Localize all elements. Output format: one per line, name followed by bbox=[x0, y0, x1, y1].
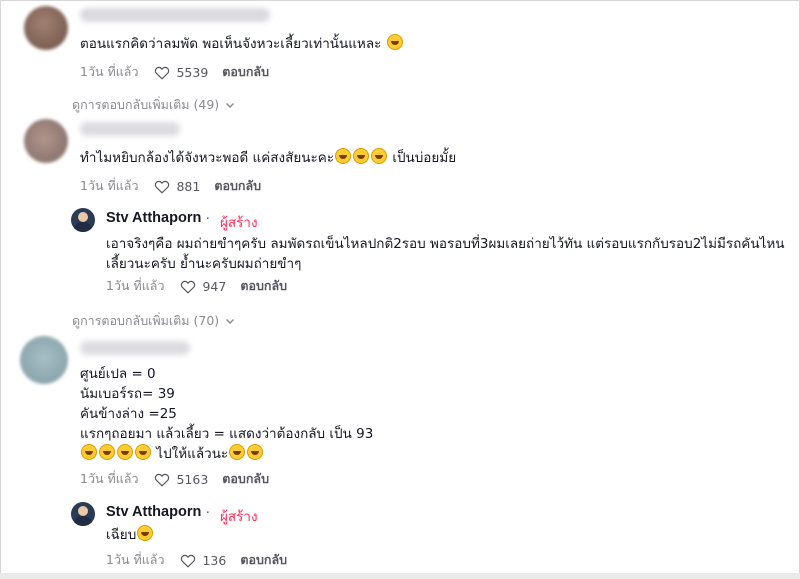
user-avatar[interactable] bbox=[24, 119, 68, 163]
view-more-replies-label: ดูการตอบกลับเพิ่มเติม (49) bbox=[72, 97, 220, 112]
grinning-face-emoji bbox=[247, 444, 264, 460]
grinning-face-emoji bbox=[81, 444, 97, 460]
reply-button[interactable]: ตอบกลับ bbox=[240, 276, 287, 296]
reply-time: 1วัน ที่แล้ว bbox=[106, 552, 165, 567]
blurred-username bbox=[80, 122, 180, 136]
user-avatar[interactable] bbox=[24, 6, 68, 50]
chevron-down-icon bbox=[226, 102, 235, 109]
grinning-face-emoji bbox=[137, 525, 154, 541]
creator-name[interactable]: Stv Atthaporn · bbox=[106, 210, 210, 226]
comment-text: ตอนแรกคิดว่าลมพัด พอเห็นจังหวะเลี้ยวเท่า… bbox=[80, 34, 404, 54]
separator-dot: · bbox=[205, 504, 211, 520]
reply-button[interactable]: ตอบกลับ bbox=[222, 62, 269, 82]
heart-outline-icon[interactable] bbox=[154, 472, 170, 487]
grinning-face-emoji bbox=[229, 444, 246, 460]
comment-meta: 1วัน ที่แล้ว 5163 ตอบกลับ bbox=[80, 469, 269, 489]
reply-meta: 1วัน ที่แล้ว 947 ตอบกลับ bbox=[106, 276, 287, 296]
separator-dot: · bbox=[205, 210, 211, 226]
reply-button[interactable]: ตอบกลับ bbox=[214, 176, 261, 196]
comment-text-line: คันข้างล่าง =25 bbox=[80, 406, 177, 422]
creator-name-text: Stv Atthaporn bbox=[106, 210, 202, 226]
like-count: 136 bbox=[202, 552, 227, 568]
comment-meta: 1วัน ที่แล้ว 881 ตอบกลับ bbox=[80, 176, 261, 196]
comment-text: ทำไมหยิบกล้องได้จังหวะพอดี แค่สงสัยนะคะ … bbox=[80, 148, 456, 168]
grinning-face-emoji bbox=[335, 148, 352, 164]
comment-emoji-line: ไปให้แล้วนะ bbox=[80, 444, 264, 464]
comment-text-suffix: เป็นบ่อยมั้ย bbox=[392, 150, 457, 166]
view-more-replies-label: ดูการตอบกลับเพิ่มเติม (70) bbox=[72, 313, 220, 328]
creator-name[interactable]: Stv Atthaporn · bbox=[106, 504, 210, 520]
grinning-face-emoji bbox=[371, 148, 388, 164]
comment-time: 1วัน ที่แล้ว bbox=[80, 64, 139, 79]
like-count: 5539 bbox=[176, 64, 209, 80]
like-count: 947 bbox=[202, 278, 227, 294]
comment-text-content: ทำไมหยิบกล้องได้จังหวะพอดี แค่สงสัยนะคะ bbox=[80, 150, 335, 166]
comment-text-line: ศูนย์เปล = 0 bbox=[80, 366, 156, 382]
comment-text-line: นัมเบอร์รถ= 39 bbox=[80, 386, 175, 402]
heart-outline-icon[interactable] bbox=[180, 553, 196, 568]
like-count: 5163 bbox=[176, 471, 209, 487]
creator-badge: ผู้สร้าง bbox=[220, 509, 258, 524]
comment-text-content: ตอนแรกคิดว่าลมพัด พอเห็นจังหวะเลี้ยวเท่า… bbox=[80, 36, 382, 52]
reply-time: 1วัน ที่แล้ว bbox=[106, 278, 165, 293]
view-more-replies[interactable]: ดูการตอบกลับเพิ่มเติม (70) bbox=[72, 311, 235, 331]
chevron-down-icon bbox=[226, 318, 235, 325]
reply-text-line: เลี้ยวนะครับ ย้ำนะครับผมถ่ายขำๆ bbox=[106, 256, 302, 272]
heart-outline-icon[interactable] bbox=[154, 179, 170, 194]
comment-time: 1วัน ที่แล้ว bbox=[80, 178, 139, 193]
view-more-replies[interactable]: ดูการตอบกลับเพิ่มเติม (49) bbox=[72, 95, 235, 115]
like-count: 881 bbox=[176, 178, 201, 194]
heart-outline-icon[interactable] bbox=[154, 65, 170, 80]
reply-button[interactable]: ตอบกลับ bbox=[222, 469, 269, 489]
creator-avatar[interactable] bbox=[71, 502, 95, 526]
comment-time: 1วัน ที่แล้ว bbox=[80, 471, 139, 486]
grinning-face-emoji bbox=[99, 444, 115, 460]
reply-text-line: เอาจริงๆคือ ผมถ่ายขำๆครับ ลมพัดรถเข็นไหล… bbox=[106, 236, 785, 252]
creator-name-text: Stv Atthaporn bbox=[106, 504, 202, 520]
creator-badge: ผู้สร้าง bbox=[220, 215, 258, 230]
reply-text-content: เฉียบ bbox=[106, 527, 137, 543]
creator-avatar[interactable] bbox=[71, 208, 95, 232]
blurred-username bbox=[80, 8, 270, 22]
bottom-scroll-edge bbox=[0, 573, 800, 579]
comment-meta: 1วัน ที่แล้ว 5539 ตอบกลับ bbox=[80, 62, 269, 82]
comment-text-content: ไปให้แล้วนะ bbox=[156, 446, 229, 462]
grinning-face-emoji bbox=[117, 444, 133, 460]
grinning-face-emoji bbox=[386, 34, 403, 50]
blurred-username bbox=[80, 341, 190, 355]
grinning-face-emoji bbox=[135, 444, 151, 460]
reply-meta: 1วัน ที่แล้ว 136 ตอบกลับ bbox=[106, 550, 287, 570]
grinning-face-emoji bbox=[353, 148, 370, 164]
user-avatar[interactable] bbox=[20, 336, 68, 384]
reply-text: เฉียบ bbox=[106, 525, 154, 545]
reply-button[interactable]: ตอบกลับ bbox=[240, 550, 287, 570]
heart-outline-icon[interactable] bbox=[180, 279, 196, 294]
comment-text-line: แรกๆถอยมา แล้วเลี้ยว = แสดงว่าต้องกลับ เ… bbox=[80, 426, 374, 442]
